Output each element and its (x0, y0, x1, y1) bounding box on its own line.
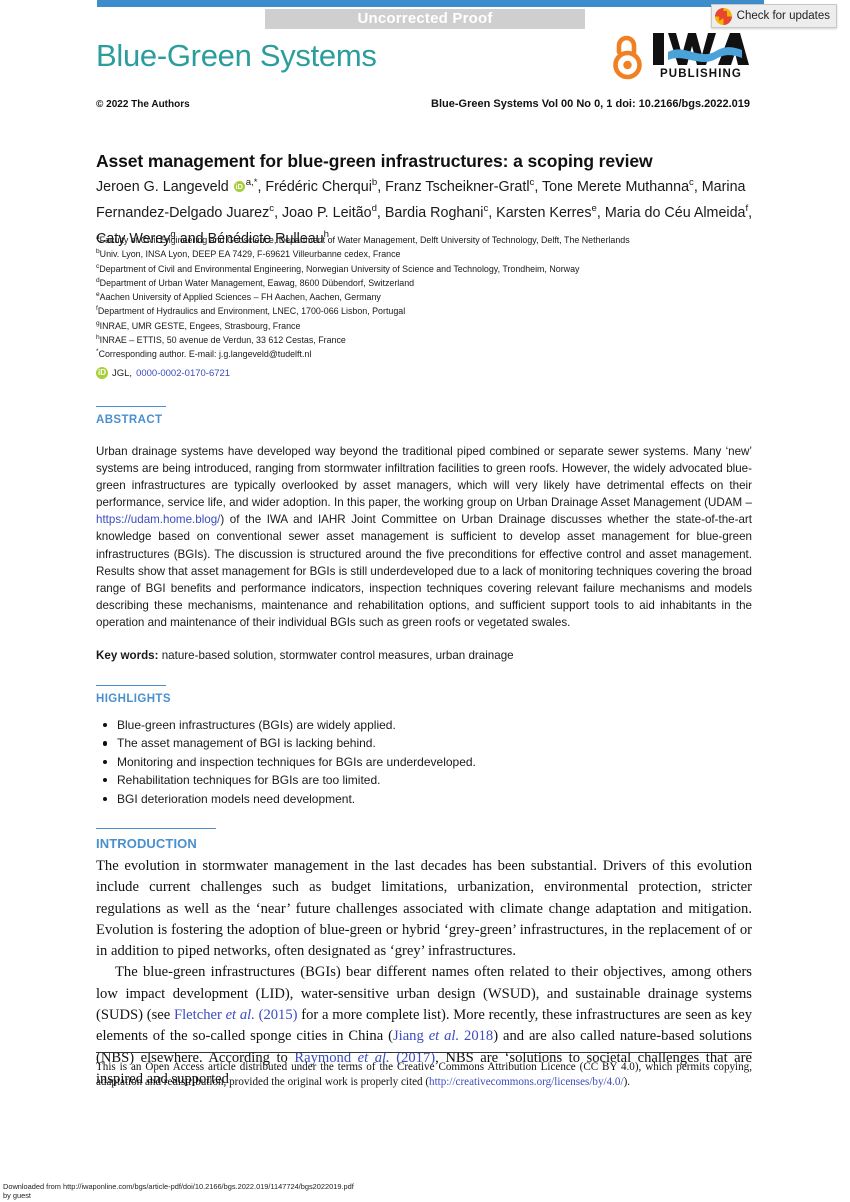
affiliation-text: Department of Urban Water Management, Ea… (99, 277, 415, 288)
download-footer-line2: by guest (3, 1190, 31, 1200)
list-item: Blue-green infrastructures (BGIs) are wi… (96, 716, 656, 734)
affiliation-text: Department of Hydraulics and Environment… (97, 306, 406, 317)
affiliation-item: fDepartment of Hydraulics and Environmen… (96, 303, 766, 317)
journal-meta-row: © 2022 The Authors Blue-Green Systems Vo… (96, 98, 750, 110)
publisher-logo-block: PUBLISHING (613, 31, 750, 80)
affiliation-text: INRAE – ETTIS, 50 avenue de Verdun, 33 6… (99, 334, 346, 345)
affiliation-item: dDepartment of Urban Water Management, E… (96, 275, 766, 289)
list-item: The asset management of BGI is lacking b… (96, 734, 656, 752)
download-footer-line1: Downloaded from http://iwaponline.com/bg… (3, 1182, 354, 1191)
affiliation-item: bUniv. Lyon, INSA Lyon, DEEP EA 7429, F-… (96, 246, 766, 260)
udam-link[interactable]: https://udam.home.blog/ (96, 513, 220, 526)
journal-masthead: Blue-Green Systems (96, 38, 377, 73)
uncorrected-proof-banner: Uncorrected Proof (265, 9, 585, 29)
check-for-updates-button[interactable]: Check for updates (710, 4, 837, 28)
licence-footnote: This is an Open Access article distribut… (96, 1061, 752, 1089)
affiliation-item: cDepartment of Civil and Environmental E… (96, 261, 766, 275)
citation-jiang[interactable]: Jiang et al. 2018 (393, 1028, 493, 1044)
affiliation-text: Faculty of Civil Engineering and Geoscie… (99, 234, 630, 245)
affiliation-list: aFaculty of Civil Engineering and Geosci… (96, 232, 766, 360)
citation-fletcher[interactable]: Fletcher et al. (2015) (174, 1007, 298, 1023)
keywords-value: nature-based solution, stormwater contro… (161, 649, 514, 662)
affiliation-item: eAachen University of Applied Sciences –… (96, 289, 766, 303)
affiliation-text: Department of Civil and Environmental En… (99, 263, 580, 274)
introduction-heading: INTRODUCTION (96, 828, 216, 851)
introduction-body: The evolution in stormwater management i… (96, 856, 752, 1090)
affiliation-item: *Corresponding author. E-mail: j.g.lange… (96, 346, 766, 360)
crossmark-badge-icon (714, 7, 732, 25)
orcid-author-initials: JGL, (112, 367, 133, 379)
copyright-label: © 2022 The Authors (96, 99, 190, 110)
highlights-list: Blue-green infrastructures (BGIs) are wi… (96, 716, 656, 808)
footnote-rule (96, 1052, 752, 1053)
orcid-line[interactable]: iD JGL, 0000-0002-0170-6721 (96, 367, 230, 379)
list-item: Monitoring and inspection techniques for… (96, 753, 656, 771)
iwa-wordmark-icon (653, 33, 749, 65)
publisher-sub-label: PUBLISHING (660, 68, 742, 80)
highlights-heading: HIGHLIGHTS (96, 685, 171, 705)
list-item: BGI deterioration models need developmen… (96, 790, 656, 808)
check-for-updates-label: Check for updates (736, 10, 830, 22)
affiliation-text: INRAE, UMR GESTE, Engees, Strasbourg, Fr… (99, 320, 301, 331)
affiliation-item: aFaculty of Civil Engineering and Geosci… (96, 232, 766, 246)
affiliation-text: Aachen University of Applied Sciences – … (99, 292, 381, 303)
abstract-heading: ABSTRACT (96, 406, 166, 426)
iwa-logo: PUBLISHING (652, 31, 750, 80)
affiliation-item: hINRAE – ETTIS, 50 avenue de Verdun, 33 … (96, 332, 766, 346)
keywords-line: Key words: nature-based solution, stormw… (96, 649, 752, 662)
open-access-lock-icon (613, 35, 642, 80)
top-blue-rule (97, 0, 764, 7)
abstract-body: Urban drainage systems have developed wa… (96, 445, 752, 629)
list-item: Rehabilitation techniques for BGIs are t… (96, 771, 656, 789)
orcid-id-link[interactable]: 0000-0002-0170-6721 (136, 368, 230, 379)
citation-line: Blue-Green Systems Vol 00 No 0, 1 doi: 1… (431, 98, 750, 110)
keywords-label: Key words: (96, 649, 159, 662)
orcid-icon: iD (96, 367, 108, 379)
affiliation-text: Corresponding author. E-mail: j.g.langev… (98, 349, 312, 360)
affiliation-item: gINRAE, UMR GESTE, Engees, Strasbourg, F… (96, 318, 766, 332)
page-title: Asset management for blue-green infrastr… (96, 150, 653, 171)
creative-commons-link[interactable]: http://creativecommons.org/licenses/by/4… (429, 1076, 624, 1088)
affiliation-text: Univ. Lyon, INSA Lyon, DEEP EA 7429, F-6… (99, 249, 401, 260)
introduction-paragraph: The evolution in stormwater management i… (96, 858, 752, 960)
download-footer: Downloaded from http://iwaponline.com/bg… (3, 1182, 354, 1200)
orcid-icon[interactable]: iD (233, 180, 245, 192)
